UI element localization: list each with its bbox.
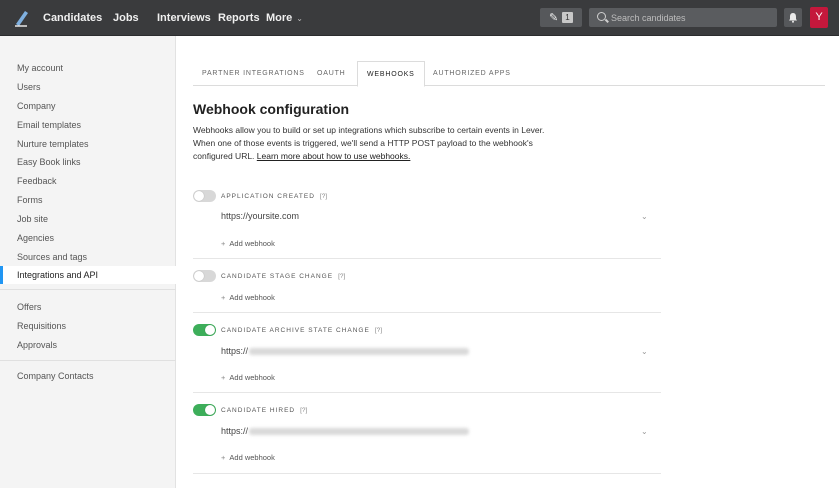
redacted-url	[249, 348, 470, 356]
webhook-toggle[interactable]	[193, 270, 216, 282]
chevron-down-icon[interactable]: ⌄	[641, 212, 648, 221]
add-webhook-button[interactable]: + Add webhook	[221, 453, 275, 462]
chevron-down-icon[interactable]: ⌄	[641, 427, 648, 436]
webhook-section-candidate-hired: CANDIDATE HIRED [?] https:// ⌄ + Add webho…	[193, 403, 661, 474]
add-webhook-label: Add webhook	[229, 453, 275, 462]
nav-candidates[interactable]: Candidates	[43, 12, 102, 24]
webhook-url[interactable]: https://	[221, 426, 470, 436]
nav-more-label: More	[266, 12, 293, 24]
add-webhook-label: Add webhook	[229, 239, 275, 248]
sidebar-item-offers[interactable]: Offers	[0, 298, 176, 316]
nav-reports[interactable]: Reports	[218, 12, 260, 24]
pencil-icon: ✎	[549, 12, 559, 24]
sidebar-item-feedback[interactable]: Feedback	[0, 172, 176, 190]
webhook-toggle[interactable]	[193, 190, 216, 202]
add-webhook-label: Add webhook	[229, 373, 275, 382]
sidebar-item-easy-book-links[interactable]: Easy Book links	[0, 153, 176, 171]
toggle-knob	[194, 271, 204, 281]
add-webhook-button[interactable]: + Add webhook	[221, 293, 275, 302]
compose-button[interactable]: ✎ 1	[540, 8, 582, 27]
chevron-down-icon: ⌄	[296, 14, 303, 23]
sidebar-item-nurture-templates[interactable]: Nurture templates	[0, 135, 176, 153]
lever-logo-icon[interactable]	[13, 9, 29, 27]
add-webhook-label: Add webhook	[229, 293, 275, 302]
help-link[interactable]: [?]	[338, 273, 345, 280]
webhook-title: CANDIDATE STAGE CHANGE [?]	[221, 273, 345, 280]
help-link[interactable]: [?]	[375, 327, 382, 334]
nav-jobs[interactable]: Jobs	[113, 12, 139, 24]
toggle-knob	[194, 191, 204, 201]
sidebar-divider	[0, 360, 176, 361]
redacted-url	[249, 428, 470, 436]
toggle-knob	[205, 325, 215, 335]
nav-more[interactable]: More ⌄	[266, 12, 303, 24]
sidebar-item-integrations-and-api[interactable]: Integrations and API	[0, 266, 176, 284]
plus-icon: +	[221, 293, 226, 302]
webhook-url[interactable]: https://	[221, 346, 470, 356]
plus-icon: +	[221, 239, 226, 248]
webhook-title: CANDIDATE ARCHIVE STATE CHANGE [?]	[221, 327, 382, 334]
search-icon	[597, 12, 606, 21]
search-box[interactable]	[589, 8, 777, 27]
sidebar-item-company[interactable]: Company	[0, 97, 176, 115]
sidebar-item-my-account[interactable]: My account	[0, 59, 176, 77]
sidebar-item-users[interactable]: Users	[0, 78, 176, 96]
webhook-title: APPLICATION CREATED [?]	[221, 193, 327, 200]
help-link[interactable]: [?]	[300, 407, 307, 414]
nav-interviews[interactable]: Interviews	[157, 12, 211, 24]
webhook-toggle[interactable]	[193, 404, 216, 416]
sidebar-item-email-templates[interactable]: Email templates	[0, 116, 176, 134]
webhook-url[interactable]: https://yoursite.com	[221, 211, 299, 221]
add-webhook-button[interactable]: + Add webhook	[221, 373, 275, 382]
settings-sidebar: My account Users Company Email templates…	[0, 36, 176, 488]
top-nav-bar: Candidates Jobs Interviews Reports More ⌄…	[0, 0, 839, 36]
sidebar-item-approvals[interactable]: Approvals	[0, 336, 176, 354]
sidebar-item-agencies[interactable]: Agencies	[0, 229, 176, 247]
tab-authorized-apps[interactable]: AUTHORIZED APPS	[433, 61, 511, 86]
bell-icon	[789, 13, 797, 23]
toggle-knob	[205, 405, 215, 415]
page-description: Webhooks allow you to build or set up in…	[193, 124, 553, 163]
avatar[interactable]: Y	[810, 7, 828, 28]
sidebar-divider	[0, 289, 176, 290]
integration-tabs: PARTNER INTEGRATIONS OAUTH WEBHOOKS AUTH…	[193, 61, 825, 87]
webhook-title-text: APPLICATION CREATED	[221, 193, 315, 200]
tab-oauth[interactable]: OAUTH	[317, 61, 346, 86]
webhook-title-text: CANDIDATE STAGE CHANGE	[221, 273, 334, 280]
webhook-title: CANDIDATE HIRED [?]	[221, 407, 307, 414]
add-webhook-button[interactable]: + Add webhook	[221, 239, 275, 248]
webhook-section-candidate-archive-state-change: CANDIDATE ARCHIVE STATE CHANGE [?] https:…	[193, 322, 661, 393]
webhook-title-text: CANDIDATE HIRED	[221, 407, 296, 414]
chevron-down-icon[interactable]: ⌄	[641, 347, 648, 356]
plus-icon: +	[221, 453, 226, 462]
sidebar-item-requisitions[interactable]: Requisitions	[0, 317, 176, 335]
sidebar-item-forms[interactable]: Forms	[0, 191, 176, 209]
webhook-url-prefix: https://	[221, 346, 249, 356]
tab-webhooks[interactable]: WEBHOOKS	[357, 61, 425, 87]
learn-more-link[interactable]: Learn more about how to use webhooks.	[257, 151, 411, 161]
webhook-title-text: CANDIDATE ARCHIVE STATE CHANGE	[221, 327, 370, 334]
sidebar-item-sources-and-tags[interactable]: Sources and tags	[0, 248, 176, 266]
webhook-toggle[interactable]	[193, 324, 216, 336]
help-link[interactable]: [?]	[320, 193, 327, 200]
notifications-button[interactable]	[784, 8, 802, 27]
sidebar-item-job-site[interactable]: Job site	[0, 210, 176, 228]
sidebar-item-company-contacts[interactable]: Company Contacts	[0, 367, 176, 385]
plus-icon: +	[221, 373, 226, 382]
tab-partner-integrations[interactable]: PARTNER INTEGRATIONS	[202, 61, 305, 86]
webhook-url-prefix: https://	[221, 426, 249, 436]
search-input[interactable]	[611, 10, 771, 25]
compose-count-badge: 1	[562, 12, 573, 23]
page-title: Webhook configuration	[193, 101, 350, 117]
webhook-section-candidate-stage-change: CANDIDATE STAGE CHANGE [?] + Add webhook	[193, 268, 661, 313]
webhook-section-application-created: APPLICATION CREATED [?] https://yoursite.…	[193, 188, 661, 259]
